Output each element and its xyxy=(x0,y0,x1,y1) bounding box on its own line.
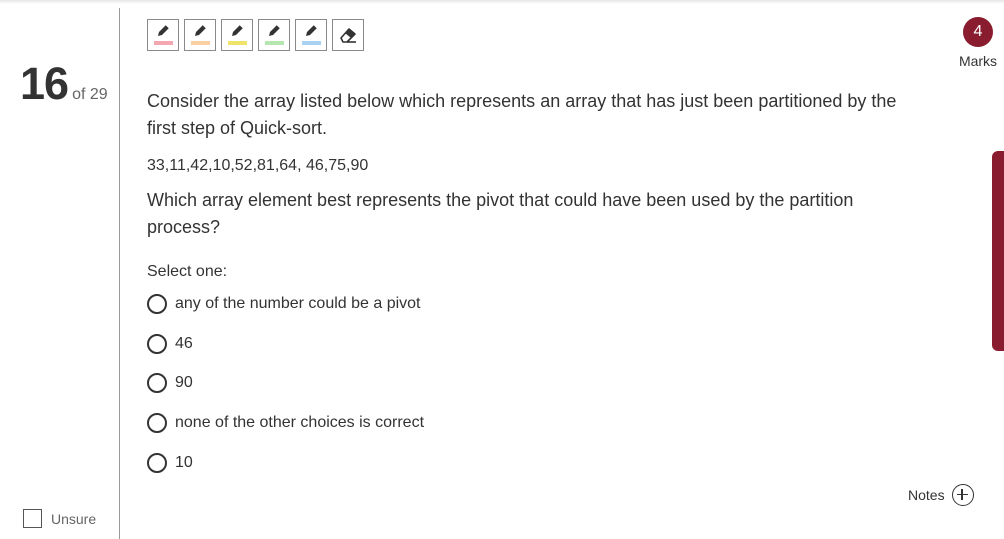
color-swatch xyxy=(302,41,321,45)
highlighter-green-button[interactable] xyxy=(258,19,290,51)
answer-options: any of the number could be a pivot 46 90… xyxy=(147,293,424,491)
top-shadow xyxy=(0,0,1004,4)
question-prompt: Which array element best represents the … xyxy=(147,190,854,237)
side-panel-tab[interactable] xyxy=(992,151,1004,351)
unsure-label: Unsure xyxy=(51,510,97,527)
question-number-value: 16 xyxy=(20,58,69,109)
answer-option[interactable]: none of the other choices is correct xyxy=(147,412,424,434)
answer-option-label[interactable]: any of the number could be a pivot xyxy=(175,295,421,313)
highlighter-yellow-button[interactable] xyxy=(221,19,253,51)
marks-badge: 4 xyxy=(963,17,993,47)
plus-circle-icon[interactable] xyxy=(951,484,974,506)
eraser-icon xyxy=(340,28,356,43)
radio-icon[interactable] xyxy=(147,413,167,434)
radio-icon[interactable] xyxy=(147,452,167,473)
highlighter-blue-button[interactable] xyxy=(295,19,327,51)
answer-option[interactable]: 90 xyxy=(147,372,424,394)
unsure-checkbox[interactable]: Unsure xyxy=(23,509,96,528)
color-swatch xyxy=(154,41,173,45)
pencil-icon xyxy=(269,24,281,36)
radio-icon[interactable] xyxy=(147,294,167,314)
answer-option-label[interactable]: none of the other choices is correct xyxy=(175,414,424,432)
question-number: 16 of 29 xyxy=(20,58,108,110)
notes-button[interactable]: Notes xyxy=(908,484,974,506)
radio-icon[interactable] xyxy=(147,333,167,354)
question-text: Consider the array listed below which re… xyxy=(147,91,897,138)
pencil-icon xyxy=(158,24,170,36)
select-one-label: Select one: xyxy=(147,263,228,280)
color-swatch xyxy=(191,41,210,45)
question-body: Consider the array listed below which re… xyxy=(147,88,917,281)
answer-option[interactable]: 10 xyxy=(147,452,424,474)
highlighter-pink-button[interactable] xyxy=(147,19,179,51)
answer-option-label[interactable]: 10 xyxy=(175,454,193,472)
sidebar-divider xyxy=(119,8,120,539)
eraser-button[interactable] xyxy=(332,19,364,51)
answer-option-label[interactable]: 90 xyxy=(175,374,193,392)
checkbox-icon[interactable] xyxy=(23,509,42,528)
color-swatch xyxy=(228,41,247,45)
notes-label[interactable]: Notes xyxy=(908,487,945,503)
highlighter-orange-button[interactable] xyxy=(184,19,216,51)
question-array-values: 33,11,42,10,52,81,64, 46,75,90 xyxy=(147,157,369,174)
answer-option[interactable]: 46 xyxy=(147,333,424,355)
highlighter-toolbar xyxy=(147,19,369,51)
pencil-icon xyxy=(232,24,244,36)
radio-icon[interactable] xyxy=(147,373,167,394)
color-swatch xyxy=(265,41,284,45)
question-total: of 29 xyxy=(72,86,108,103)
pencil-icon xyxy=(306,24,318,36)
pencil-icon xyxy=(195,24,207,36)
marks-label: Marks xyxy=(958,53,998,69)
answer-option[interactable]: any of the number could be a pivot xyxy=(147,293,424,315)
answer-option-label[interactable]: 46 xyxy=(175,335,193,353)
marks-indicator: 4 Marks xyxy=(958,17,998,69)
